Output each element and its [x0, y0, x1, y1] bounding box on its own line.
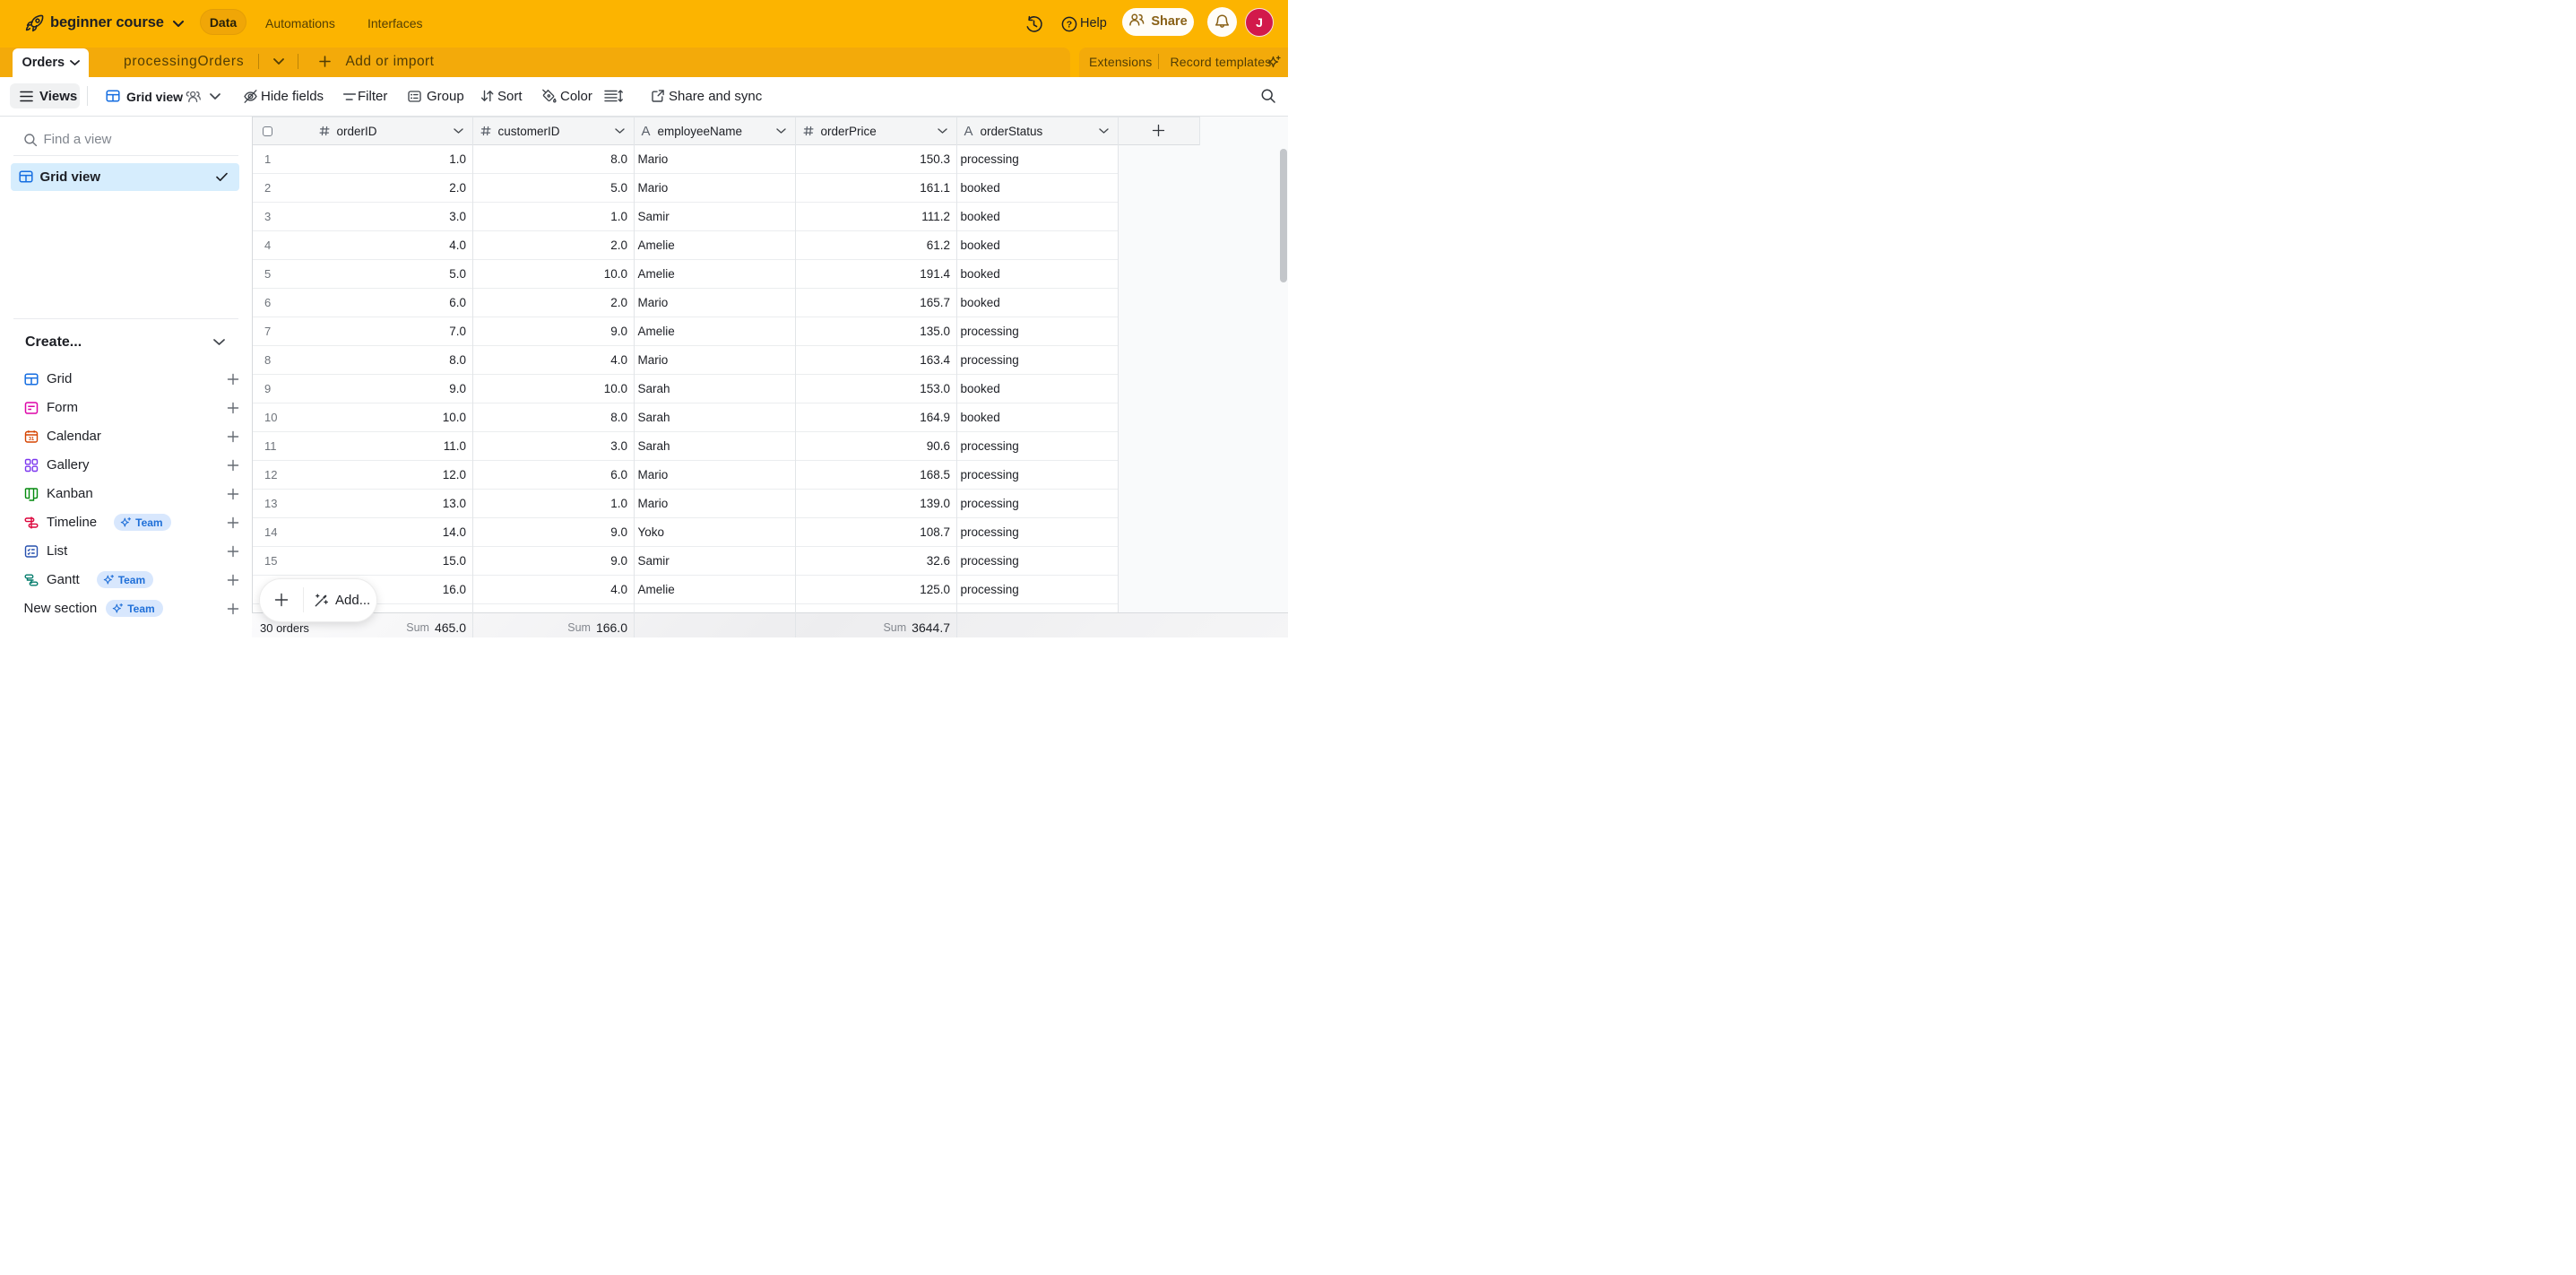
- svg-text:31: 31: [29, 437, 34, 442]
- svg-text:?: ?: [1067, 20, 1072, 30]
